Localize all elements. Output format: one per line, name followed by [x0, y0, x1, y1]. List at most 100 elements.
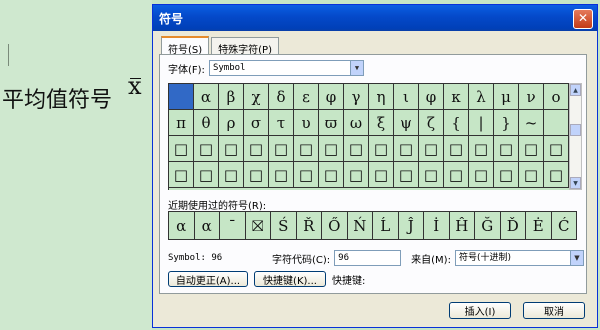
- symbol-cell[interactable]: □: [194, 162, 219, 188]
- mean-symbol-char: x: [128, 72, 142, 100]
- symbol-cell[interactable]: □: [219, 162, 244, 188]
- symbol-cell[interactable]: ε: [294, 84, 319, 110]
- symbol-cell[interactable]: □: [444, 162, 469, 188]
- symbol-cell[interactable]: [169, 84, 194, 110]
- symbol-cell[interactable]: □: [494, 162, 519, 188]
- title-bar[interactable]: 符号: [153, 5, 597, 31]
- symbol-cell[interactable]: ψ: [394, 110, 419, 136]
- scroll-thumb[interactable]: [570, 124, 581, 136]
- symbol-cell[interactable]: }: [494, 110, 519, 136]
- recent-symbol-cell[interactable]: Ĵ: [398, 212, 424, 240]
- symbol-cell[interactable]: □: [469, 136, 494, 162]
- symbol-cell[interactable]: □: [544, 162, 569, 188]
- symbol-cell[interactable]: □: [519, 162, 544, 188]
- recent-symbol-cell[interactable]: Ć: [551, 212, 577, 240]
- symbol-cell[interactable]: ι: [394, 84, 419, 110]
- from-select[interactable]: 符号(十进制) ▼: [454, 250, 584, 266]
- symbol-cell[interactable]: π: [169, 110, 194, 136]
- symbol-cell[interactable]: □: [269, 136, 294, 162]
- symbol-cell[interactable]: □: [194, 136, 219, 162]
- symbol-cell[interactable]: τ: [269, 110, 294, 136]
- symbol-cell[interactable]: ο: [544, 84, 569, 110]
- symbol-cell[interactable]: □: [394, 162, 419, 188]
- symbol-cell[interactable]: □: [369, 162, 394, 188]
- recent-symbol-cell[interactable]: ⛝: [245, 212, 271, 240]
- symbol-cell[interactable]: υ: [294, 110, 319, 136]
- recent-symbol-cell[interactable]: α: [194, 212, 220, 240]
- recent-symbol-cell[interactable]: α: [169, 212, 195, 240]
- symbol-cell[interactable]: □: [469, 162, 494, 188]
- recent-symbol-cell[interactable]: ¯: [220, 212, 246, 240]
- symbol-cell[interactable]: □: [394, 136, 419, 162]
- insert-button[interactable]: 插入(I): [449, 302, 511, 319]
- symbol-cell[interactable]: ρ: [219, 110, 244, 136]
- symbol-cell[interactable]: ζ: [419, 110, 444, 136]
- scroll-up-icon[interactable]: ▲: [570, 84, 581, 96]
- symbol-cell[interactable]: ν: [519, 84, 544, 110]
- symbol-cell[interactable]: δ: [269, 84, 294, 110]
- symbol-cell[interactable]: ω: [344, 110, 369, 136]
- symbol-cell[interactable]: |: [469, 110, 494, 136]
- symbol-cell[interactable]: [544, 110, 569, 136]
- symbol-cell[interactable]: □: [294, 136, 319, 162]
- recent-symbol-cell[interactable]: Ď: [500, 212, 526, 240]
- recent-symbol-cell[interactable]: Ś: [271, 212, 297, 240]
- symbol-cell[interactable]: □: [369, 136, 394, 162]
- char-code-input[interactable]: 96: [334, 250, 402, 266]
- symbol-cell[interactable]: θ: [194, 110, 219, 136]
- document-area[interactable]: 平均值符号 x: [0, 0, 152, 330]
- recent-symbol-cell[interactable]: Ř: [296, 212, 322, 240]
- symbol-cell[interactable]: γ: [344, 84, 369, 110]
- symbol-cell[interactable]: □: [244, 162, 269, 188]
- symbol-cell[interactable]: □: [519, 136, 544, 162]
- symbol-cell[interactable]: □: [319, 162, 344, 188]
- from-value: 符号(十进制): [458, 253, 511, 263]
- symbol-cell[interactable]: {: [444, 110, 469, 136]
- symbol-cell[interactable]: □: [219, 136, 244, 162]
- symbol-cell[interactable]: □: [294, 162, 319, 188]
- recent-symbol-cell[interactable]: İ: [424, 212, 450, 240]
- symbol-info: Symbol: 96: [168, 253, 223, 263]
- symbol-cell[interactable]: ϖ: [319, 110, 344, 136]
- symbol-cell[interactable]: β: [219, 84, 244, 110]
- symbol-cell[interactable]: □: [419, 136, 444, 162]
- symbol-cell[interactable]: κ: [444, 84, 469, 110]
- symbol-cell[interactable]: ξ: [369, 110, 394, 136]
- symbols-panel: 字体(F): Symbol ▼ αβχδεφγηιφκλμνοπθρστυϖωξ…: [159, 54, 587, 294]
- symbol-cell[interactable]: □: [444, 136, 469, 162]
- font-select[interactable]: Symbol ▼: [208, 60, 364, 76]
- symbol-cell[interactable]: □: [344, 162, 369, 188]
- symbol-cell[interactable]: σ: [244, 110, 269, 136]
- chevron-down-icon[interactable]: ▼: [349, 61, 363, 75]
- symbol-cell[interactable]: □: [419, 162, 444, 188]
- symbol-cell[interactable]: λ: [469, 84, 494, 110]
- symbol-cell[interactable]: χ: [244, 84, 269, 110]
- shortcut-key-button[interactable]: 快捷键(K)...: [254, 271, 326, 287]
- grid-scrollbar[interactable]: ▲ ▼: [569, 83, 582, 190]
- symbol-cell[interactable]: □: [169, 162, 194, 188]
- symbol-cell[interactable]: □: [269, 162, 294, 188]
- symbol-cell[interactable]: α: [194, 84, 219, 110]
- symbol-cell[interactable]: φ: [419, 84, 444, 110]
- recent-symbol-cell[interactable]: Ő: [322, 212, 348, 240]
- recent-symbol-cell[interactable]: Ĺ: [373, 212, 399, 240]
- symbol-cell[interactable]: □: [544, 136, 569, 162]
- chevron-down-icon[interactable]: ▼: [569, 251, 583, 265]
- recent-symbol-cell[interactable]: Ė: [526, 212, 552, 240]
- recent-symbol-cell[interactable]: Ĥ: [449, 212, 475, 240]
- symbol-cell[interactable]: □: [169, 136, 194, 162]
- close-button[interactable]: ✕: [573, 9, 593, 29]
- symbol-cell[interactable]: φ: [319, 84, 344, 110]
- symbol-cell[interactable]: □: [319, 136, 344, 162]
- symbol-cell[interactable]: μ: [494, 84, 519, 110]
- recent-symbol-cell[interactable]: Ń: [347, 212, 373, 240]
- symbol-cell[interactable]: η: [369, 84, 394, 110]
- recent-symbol-cell[interactable]: Ğ: [475, 212, 501, 240]
- symbol-cell[interactable]: □: [494, 136, 519, 162]
- symbol-cell[interactable]: □: [244, 136, 269, 162]
- autocorrect-button[interactable]: 自动更正(A)...: [168, 271, 248, 287]
- cancel-button[interactable]: 取消: [523, 302, 585, 319]
- scroll-down-icon[interactable]: ▼: [570, 177, 581, 189]
- symbol-cell[interactable]: □: [344, 136, 369, 162]
- symbol-cell[interactable]: ~: [519, 110, 544, 136]
